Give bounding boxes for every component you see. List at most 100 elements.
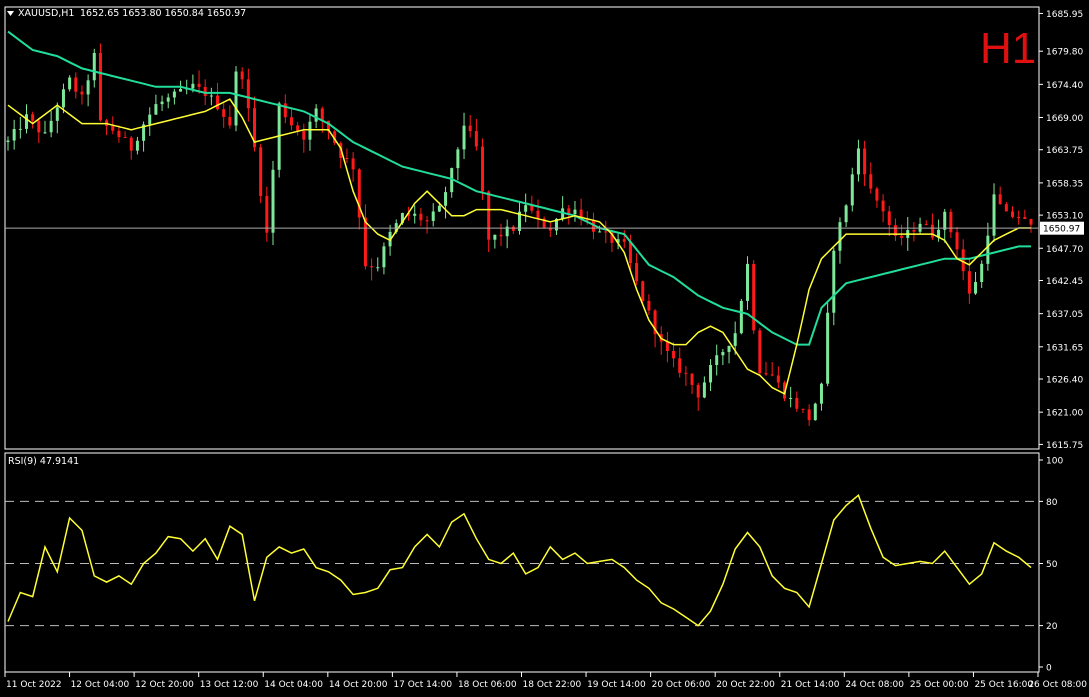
candle-body bbox=[672, 350, 676, 359]
candle-body bbox=[265, 196, 269, 233]
slow-moving-average-line bbox=[7, 30, 1031, 346]
candle-body bbox=[869, 174, 873, 189]
candle-body bbox=[74, 77, 78, 92]
time-tick-label: 14 Oct 20:00 bbox=[329, 680, 388, 690]
candle-body bbox=[702, 382, 706, 398]
candle-body bbox=[296, 125, 300, 131]
candle-body bbox=[86, 80, 90, 95]
timeframe-badge: H1 bbox=[980, 24, 1036, 73]
price-tick-label: 1647.70 bbox=[1046, 245, 1083, 255]
time-tick-label: 21 Oct 14:00 bbox=[781, 680, 840, 690]
time-tick-label: 18 Oct 22:00 bbox=[523, 680, 582, 690]
time-tick-label: 13 Oct 12:00 bbox=[200, 680, 259, 690]
candle-body bbox=[437, 205, 441, 212]
candle-body bbox=[1023, 216, 1027, 220]
price-tick-label: 1669.00 bbox=[1046, 114, 1083, 124]
price-tick-label: 1637.05 bbox=[1046, 310, 1083, 320]
candle-body bbox=[98, 52, 102, 121]
candle-body bbox=[807, 409, 811, 421]
candle-body bbox=[302, 130, 306, 140]
candle-body bbox=[573, 209, 577, 215]
candle-body bbox=[135, 140, 139, 151]
candle-body bbox=[832, 250, 836, 313]
candle-body bbox=[6, 140, 10, 143]
candle-body bbox=[481, 146, 485, 192]
symbol-label: XAUUSD,H1 bbox=[18, 8, 74, 19]
candle-body bbox=[462, 125, 466, 150]
price-tick-label: 1631.65 bbox=[1046, 343, 1083, 353]
candle-body bbox=[474, 131, 478, 147]
time-axis: 11 Oct 2022 12 Oct 04:00 12 Oct 20:00 13 Oc… bbox=[4, 672, 1087, 690]
candle-body bbox=[209, 95, 213, 97]
candle-body bbox=[228, 116, 232, 126]
candle-body bbox=[160, 101, 164, 105]
candle-body bbox=[222, 109, 226, 117]
time-tick-label: 20 Oct 06:00 bbox=[652, 680, 711, 690]
time-tick-label: 24 Oct 08:00 bbox=[845, 680, 904, 690]
candle-body bbox=[308, 121, 312, 140]
price-tick-label: 1642.45 bbox=[1046, 277, 1083, 287]
candle-body bbox=[641, 281, 645, 301]
time-tick-label: 19 Oct 14:00 bbox=[587, 680, 646, 690]
candle-body bbox=[709, 365, 713, 383]
rsi-tick-label: 100 bbox=[1046, 457, 1063, 467]
candle-body bbox=[376, 267, 380, 269]
candle-body bbox=[123, 137, 127, 139]
candle-body bbox=[345, 158, 349, 160]
candle-body bbox=[727, 345, 731, 352]
candle-body bbox=[129, 137, 133, 151]
candle-body bbox=[678, 358, 682, 373]
candle-body bbox=[622, 239, 626, 242]
candle-body bbox=[856, 148, 860, 175]
candle-body bbox=[320, 108, 324, 121]
candle-body bbox=[493, 234, 497, 240]
candle-body bbox=[289, 117, 293, 126]
price-tick-label: 1615.75 bbox=[1046, 441, 1083, 451]
candle-body bbox=[92, 52, 96, 81]
candle-body bbox=[764, 373, 768, 375]
time-tick-label: 12 Oct 04:00 bbox=[71, 680, 130, 690]
candle-body bbox=[18, 128, 22, 130]
candle-body bbox=[986, 235, 990, 264]
candle-body bbox=[838, 222, 842, 251]
candle-body bbox=[776, 375, 780, 383]
time-tick-label: 26 Oct 08:00 bbox=[1028, 680, 1087, 690]
time-tick-label: 12 Oct 20:00 bbox=[135, 680, 194, 690]
ohlc-label: 1652.65 1653.80 1650.84 1650.97 bbox=[80, 8, 246, 19]
candle-body bbox=[487, 191, 491, 240]
candle-body bbox=[499, 234, 503, 237]
trading-chart[interactable]: 1650.97 1685.95 1679.80 1674.40 1669.00 1663… bbox=[0, 0, 1089, 697]
rsi-layer: 100 80 50 20 0 bbox=[5, 457, 1063, 674]
current-price-label: 1650.97 bbox=[1043, 225, 1080, 235]
candle-body bbox=[684, 372, 688, 374]
rsi-tick-label: 50 bbox=[1046, 560, 1058, 570]
candle-body bbox=[80, 91, 84, 95]
candle-body bbox=[370, 266, 374, 268]
candle-body bbox=[924, 223, 928, 225]
candle-body bbox=[240, 71, 244, 80]
rsi-pane-frame bbox=[4, 452, 1040, 673]
candle-body bbox=[1004, 204, 1008, 212]
candle-body bbox=[511, 226, 515, 231]
candle-body bbox=[813, 403, 817, 421]
candle-body bbox=[628, 241, 632, 264]
candle-body bbox=[635, 263, 639, 282]
time-tick-label: 25 Oct 16:00 bbox=[974, 680, 1033, 690]
candle-body bbox=[456, 149, 460, 169]
candle-body bbox=[117, 130, 121, 138]
price-tick-label: 1621.00 bbox=[1046, 409, 1083, 419]
collapse-triangle-icon[interactable] bbox=[7, 11, 14, 16]
candle-body bbox=[961, 249, 965, 272]
time-tick-label: 25 Oct 00:00 bbox=[910, 680, 969, 690]
candle-body bbox=[351, 158, 355, 170]
candle-body bbox=[758, 330, 762, 374]
candle-body bbox=[647, 300, 651, 311]
candle-body bbox=[24, 114, 28, 129]
candle-body bbox=[721, 351, 725, 356]
candle-body bbox=[413, 213, 417, 216]
candle-body bbox=[789, 397, 793, 399]
price-tick-label: 1626.40 bbox=[1046, 376, 1083, 386]
price-tick-label: 1674.40 bbox=[1046, 81, 1083, 91]
candle-body bbox=[955, 232, 959, 250]
candle-body bbox=[801, 408, 805, 410]
